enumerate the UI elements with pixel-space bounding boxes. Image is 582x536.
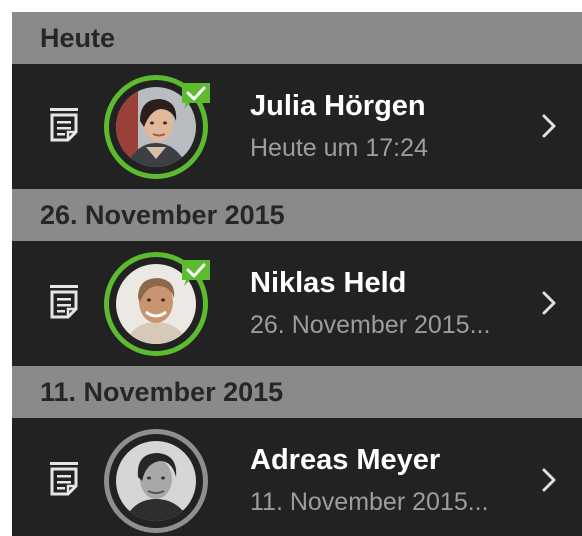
conversation-list: Heute Julia Hörgen Heute um 17:24 26. No… bbox=[12, 12, 582, 536]
contact-name: Julia Hörgen bbox=[250, 90, 426, 122]
chevron-right-icon bbox=[542, 114, 556, 138]
list-item-adreas-meyer[interactable]: Adreas Meyer 11. November 2015... bbox=[12, 418, 582, 536]
section-header-label: Heute bbox=[40, 22, 116, 53]
contact-name: Adreas Meyer bbox=[250, 444, 441, 476]
avatar bbox=[104, 75, 210, 179]
section-header-2015-11-26: 26. November 2015 bbox=[12, 189, 582, 241]
list-item-niklas-held[interactable]: Niklas Held 26. November 2015... bbox=[12, 241, 582, 366]
contact-date: Heute um 17:24 bbox=[250, 134, 428, 162]
section-header-label: 11. November 2015 bbox=[40, 376, 284, 407]
check-badge-icon bbox=[182, 83, 210, 109]
avatar-photo bbox=[116, 441, 196, 521]
section-header-2015-11-11: 11. November 2015 bbox=[12, 366, 582, 418]
check-badge-icon bbox=[182, 260, 210, 286]
contact-date: 11. November 2015... bbox=[250, 488, 489, 516]
document-icon bbox=[50, 462, 78, 496]
chevron-right-icon bbox=[542, 468, 556, 492]
chevron-right-icon bbox=[542, 291, 556, 315]
avatar bbox=[104, 429, 208, 533]
contact-name: Niklas Held bbox=[250, 267, 407, 299]
contact-date: 26. November 2015... bbox=[250, 311, 491, 339]
section-header-label: 26. November 2015 bbox=[40, 199, 285, 230]
document-icon bbox=[50, 108, 78, 142]
document-icon bbox=[50, 285, 78, 319]
avatar bbox=[104, 252, 210, 356]
list-item-julia-horgen[interactable]: Julia Hörgen Heute um 17:24 bbox=[12, 64, 582, 189]
section-header-today: Heute bbox=[12, 12, 582, 64]
